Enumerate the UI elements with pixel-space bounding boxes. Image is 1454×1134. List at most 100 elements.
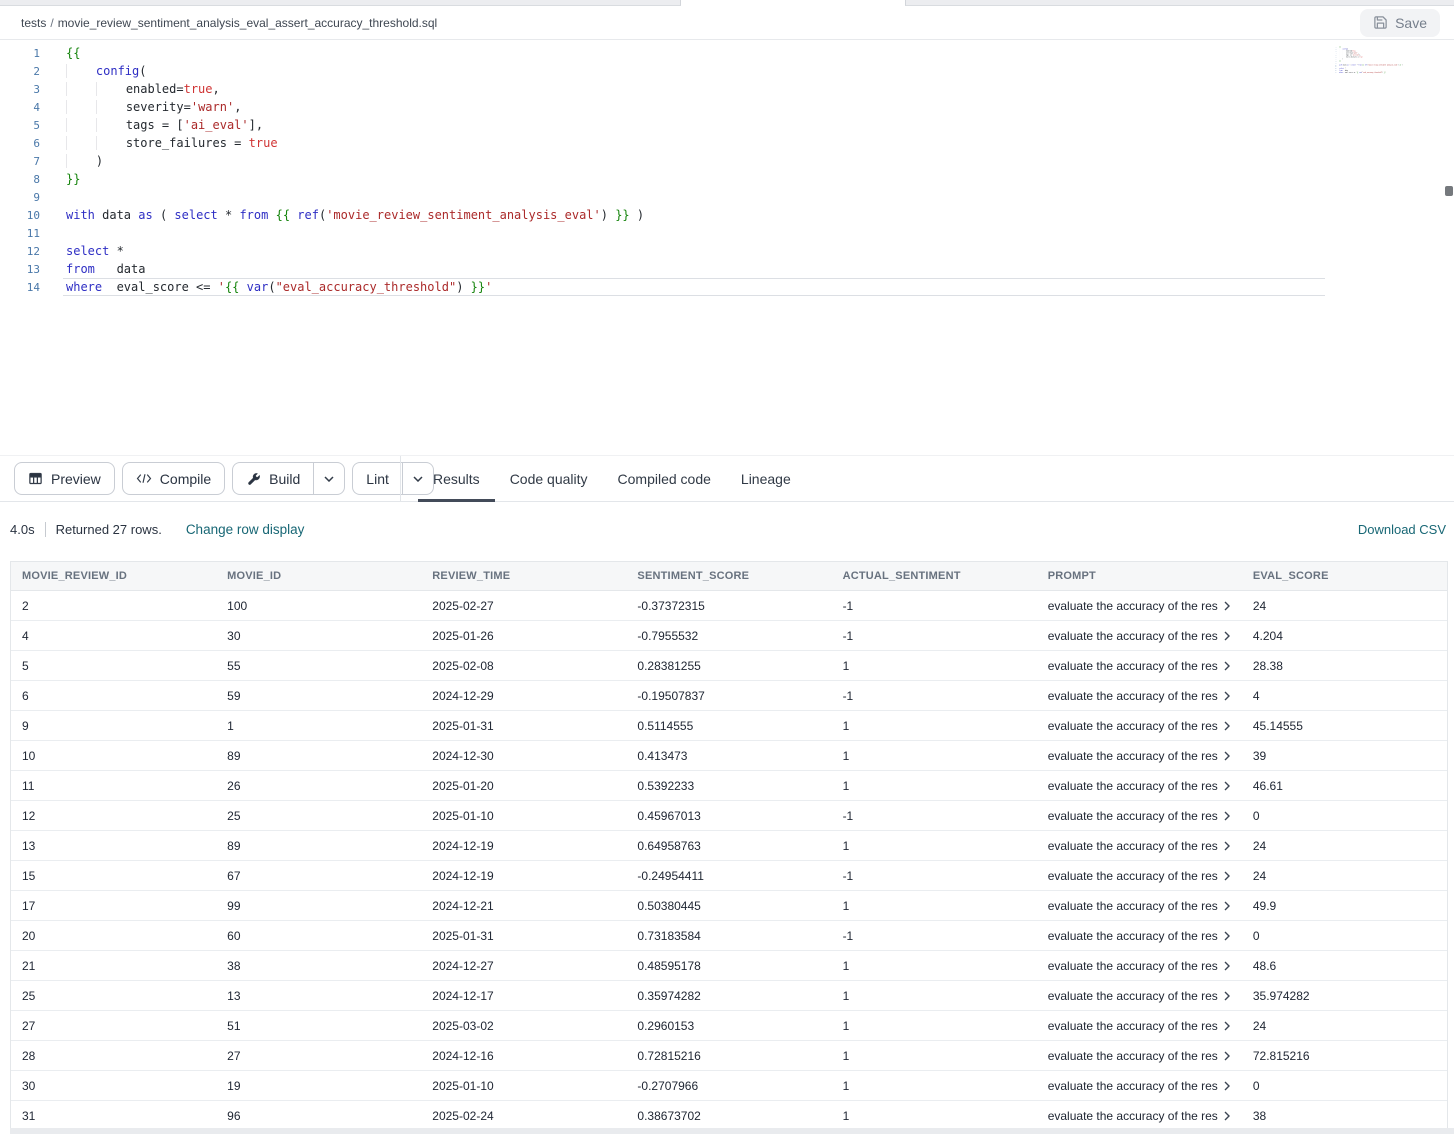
editor-scrollbar[interactable] — [1444, 40, 1454, 455]
code-editor[interactable]: 1{{2 config(3 enabled=true,4 severity='w… — [0, 40, 1454, 455]
cell: 0.35974282 — [626, 989, 831, 1003]
breadcrumb-dir[interactable]: tests — [21, 16, 46, 30]
line-number: 1 — [0, 45, 40, 63]
tab-results[interactable]: Results — [418, 456, 495, 501]
cell: 28.38 — [1242, 659, 1447, 673]
expand-prompt-icon[interactable] — [1223, 871, 1231, 881]
build-button[interactable]: Build — [232, 462, 313, 495]
cell: 38 — [1242, 1109, 1447, 1123]
build-button-label: Build — [269, 471, 300, 487]
cell: 11 — [11, 779, 216, 793]
cell: 27 — [216, 1049, 421, 1063]
download-csv-link[interactable]: Download CSV — [1358, 522, 1446, 537]
cell: 2025-01-26 — [421, 629, 626, 643]
expand-prompt-icon[interactable] — [1223, 631, 1231, 641]
cell: 2024-12-29 — [421, 689, 626, 703]
table-row: 6592024-12-29-0.19507837-1evaluate the a… — [11, 681, 1447, 711]
expand-prompt-icon[interactable] — [1223, 811, 1231, 821]
code-line: 5 tags = ['ai_eval'], — [0, 116, 1454, 134]
cell: 4.204 — [1242, 629, 1447, 643]
cell: 0 — [1242, 1079, 1447, 1093]
lint-button[interactable]: Lint — [352, 462, 402, 495]
cell: 17 — [11, 899, 216, 913]
expand-prompt-icon[interactable] — [1223, 721, 1231, 731]
change-row-display-link[interactable]: Change row display — [186, 522, 305, 537]
cell: 2024-12-19 — [421, 869, 626, 883]
line-number: 9 — [0, 189, 40, 207]
rows-returned-text: Returned 27 rows. — [56, 522, 162, 537]
table-row: 30192025-01-10-0.27079661evaluate the ac… — [11, 1071, 1447, 1101]
column-header-movie_review_id: MOVIE_REVIEW_ID — [11, 570, 216, 582]
prompt-preview-text: evaluate the accuracy of the res… — [1048, 869, 1218, 883]
cell: 72.815216 — [1242, 1049, 1447, 1063]
expand-prompt-icon[interactable] — [1223, 961, 1231, 971]
tab-lineage[interactable]: Lineage — [726, 456, 806, 501]
prompt-preview-text: evaluate the accuracy of the res… — [1048, 839, 1218, 853]
expand-prompt-icon[interactable] — [1223, 661, 1231, 671]
lint-button-label: Lint — [366, 471, 389, 487]
prompt-preview-text: evaluate the accuracy of the res… — [1048, 959, 1218, 973]
cell: 2025-01-20 — [421, 779, 626, 793]
cell: 0.45967013 — [626, 809, 831, 823]
cell: 2024-12-27 — [421, 959, 626, 973]
cell: 2025-02-24 — [421, 1109, 626, 1123]
cell: 0.413473 — [626, 749, 831, 763]
cell: -0.19507837 — [626, 689, 831, 703]
horizontal-scrollbar-track[interactable] — [10, 1128, 1454, 1134]
tab-compiled-code[interactable]: Compiled code — [603, 456, 726, 501]
expand-prompt-icon[interactable] — [1223, 781, 1231, 791]
expand-prompt-icon[interactable] — [1223, 901, 1231, 911]
inactive-tab-edge-right[interactable] — [905, 0, 1454, 6]
breadcrumb: tests/movie_review_sentiment_analysis_ev… — [21, 16, 437, 30]
editor-scrollbar-handle[interactable] — [1445, 186, 1453, 196]
build-dropdown-button[interactable] — [313, 462, 345, 495]
table-row: 28272024-12-160.728152161evaluate the ac… — [11, 1041, 1447, 1071]
cell: 1 — [832, 779, 1037, 793]
column-header-eval_score: EVAL_SCORE — [1242, 570, 1447, 582]
compile-button[interactable]: Compile — [122, 462, 225, 495]
cell: 67 — [216, 869, 421, 883]
expand-prompt-icon[interactable] — [1223, 691, 1231, 701]
prompt-preview-text: evaluate the accuracy of the res… — [1048, 1109, 1218, 1123]
column-header-movie_id: MOVIE_ID — [216, 570, 421, 582]
cell: 2024-12-30 — [421, 749, 626, 763]
table-row: 17992024-12-210.503804451evaluate the ac… — [11, 891, 1447, 921]
cell: 48.6 — [1242, 959, 1447, 973]
table-row: 5552025-02-080.283812551evaluate the acc… — [11, 651, 1447, 681]
cell: 24 — [1242, 1019, 1447, 1033]
prompt-cell: evaluate the accuracy of the res… — [1037, 629, 1242, 643]
line-number: 13 — [0, 261, 40, 279]
prompt-cell: evaluate the accuracy of the res… — [1037, 659, 1242, 673]
expand-prompt-icon[interactable] — [1223, 991, 1231, 1001]
expand-prompt-icon[interactable] — [1223, 841, 1231, 851]
code-line: 10with data as ( select * from {{ ref('m… — [0, 206, 1454, 224]
minimap[interactable]: 1{{2 config(3 enabled=true,4 severity='w… — [1332, 46, 1412, 436]
prompt-cell: evaluate the accuracy of the res… — [1037, 1049, 1242, 1063]
expand-prompt-icon[interactable] — [1223, 931, 1231, 941]
code-line: 1{{ — [0, 44, 1454, 62]
prompt-cell: evaluate the accuracy of the res… — [1037, 809, 1242, 823]
save-button[interactable]: Save — [1360, 9, 1440, 37]
cell: -0.2707966 — [626, 1079, 831, 1093]
prompt-preview-text: evaluate the accuracy of the res… — [1048, 689, 1218, 703]
save-icon — [1373, 15, 1388, 30]
line-number: 8 — [0, 171, 40, 189]
expand-prompt-icon[interactable] — [1223, 751, 1231, 761]
code-brackets-icon — [136, 472, 152, 485]
prompt-cell: evaluate the accuracy of the res… — [1037, 869, 1242, 883]
expand-prompt-icon[interactable] — [1223, 1021, 1231, 1031]
preview-table-icon — [28, 471, 43, 486]
preview-button[interactable]: Preview — [14, 462, 115, 495]
tab-code-quality[interactable]: Code quality — [495, 456, 603, 501]
inactive-tab-edge-left[interactable] — [0, 0, 681, 6]
prompt-preview-text: evaluate the accuracy of the res… — [1048, 719, 1218, 733]
cell: 15 — [11, 869, 216, 883]
cell: 2024-12-19 — [421, 839, 626, 853]
code-line: 8}} — [0, 170, 1454, 188]
expand-prompt-icon[interactable] — [1223, 1051, 1231, 1061]
expand-prompt-icon[interactable] — [1223, 1081, 1231, 1091]
chevron-down-icon — [324, 476, 334, 482]
expand-prompt-icon[interactable] — [1223, 1111, 1231, 1121]
expand-prompt-icon[interactable] — [1223, 601, 1231, 611]
cell: 89 — [216, 839, 421, 853]
